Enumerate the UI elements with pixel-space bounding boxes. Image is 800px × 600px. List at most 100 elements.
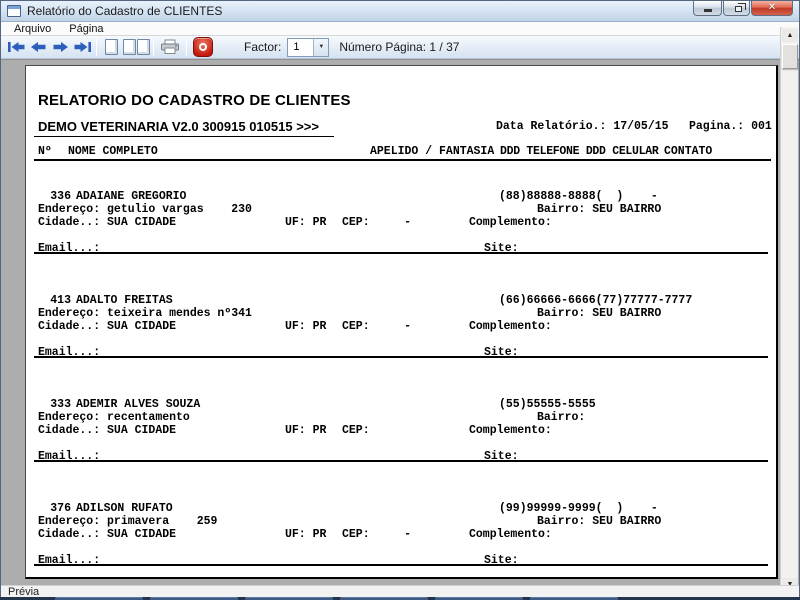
client-record: 376 ADILSON RUFATO (99)99999-9999( ) - E…: [26, 502, 776, 567]
cep-field: CEP: -: [342, 528, 411, 541]
vertical-scrollbar[interactable]: ▲ ▼: [780, 27, 798, 593]
records: 336 ADAIANE GREGORIO (88)88888-8888( ) -…: [26, 164, 776, 579]
client-phones: (55)55555-5555: [499, 398, 596, 411]
single-page-icon: [105, 39, 118, 55]
two-page-icon: [123, 39, 150, 55]
client-number: 333: [38, 398, 71, 411]
subtitle-rule: [34, 136, 334, 137]
bairro-field: Bairro:: [537, 411, 592, 424]
minimize-icon: [704, 9, 712, 12]
last-page-icon: [73, 40, 92, 54]
two-page-view-button[interactable]: [122, 37, 150, 57]
cep-field: CEP: -: [342, 320, 411, 333]
cep-field: CEP:: [342, 424, 377, 437]
uf-field: UF:PR: [285, 216, 326, 229]
record-separator: [34, 356, 768, 358]
screen: Relatório do Cadastro de CLIENTES ✕ Arqu…: [0, 0, 800, 600]
factor-select[interactable]: 1 ▼: [287, 38, 329, 57]
complemento-field: Complemento:: [469, 528, 559, 541]
cidade-field: Cidade..:SUA CIDADE: [38, 424, 176, 437]
print-button[interactable]: [157, 37, 183, 57]
client-number: 376: [38, 502, 71, 515]
report-page-number: Pagina.: 001: [689, 120, 772, 133]
bairro-field: Bairro:SEU BAIRRO: [537, 203, 661, 216]
report-title: RELATORIO DO CADASTRO DE CLIENTES: [38, 92, 351, 109]
toolbar: Factor: 1 ▼ Número Página: 1 / 37: [1, 36, 799, 59]
client-number: 413: [38, 294, 71, 307]
complemento-field: Complemento:: [469, 216, 559, 229]
column-header-row: Nº NOME COMPLETO APELIDO / FANTASIA DDD …: [26, 66, 776, 157]
complemento-field: Complemento:: [469, 320, 559, 333]
column-telefones: DDD TELEFONE DDD CELULAR: [500, 145, 658, 158]
column-nome: NOME COMPLETO: [68, 145, 158, 158]
first-page-button[interactable]: [5, 37, 27, 57]
stop-icon: [193, 37, 213, 57]
minimize-button[interactable]: [693, 1, 722, 16]
client-record: 336 ADAIANE GREGORIO (88)88888-8888( ) -…: [26, 190, 776, 255]
client-record: 413 ADALTO FREITAS (66)66666-6666(77)777…: [26, 294, 776, 359]
cidade-field: Cidade..:SUA CIDADE: [38, 320, 176, 333]
next-page-icon: [52, 40, 69, 54]
close-report-button[interactable]: [190, 37, 216, 57]
bairro-field: Bairro:SEU BAIRRO: [537, 307, 661, 320]
menu-pagina[interactable]: Página: [62, 23, 110, 35]
page-number-info: Número Página: 1 / 37: [339, 40, 459, 54]
restore-button[interactable]: [723, 1, 750, 16]
record-separator: [34, 564, 768, 566]
client-phones: (88)88888-8888( ) -: [499, 190, 658, 203]
client-phones: (99)99999-9999( ) -: [499, 502, 658, 515]
factor-value: 1: [288, 39, 313, 56]
address-field: Endereço:recentamento: [38, 411, 190, 424]
bairro-field: Bairro:SEU BAIRRO: [537, 515, 661, 528]
toolbar-separator: [153, 38, 154, 56]
cep-field: CEP: -: [342, 216, 411, 229]
printer-icon: [159, 39, 181, 55]
column-num: Nº: [38, 145, 52, 158]
preview-area: RELATORIO DO CADASTRO DE CLIENTES DEMO V…: [1, 59, 799, 585]
address-field: Endereço:getulio vargas 230: [38, 203, 252, 216]
scroll-up-icon[interactable]: ▲: [782, 29, 798, 42]
window-title: Relatório do Cadastro de CLIENTES: [27, 4, 222, 18]
complemento-field: Complemento:: [469, 424, 559, 437]
client-number: 336: [38, 190, 71, 203]
toolbar-separator: [186, 38, 187, 56]
menubar: Arquivo Página: [1, 22, 799, 36]
report-date: Data Relatório.: 17/05/15: [496, 120, 669, 133]
restore-icon: [735, 6, 742, 12]
single-page-view-button[interactable]: [100, 37, 122, 57]
uf-field: UF:PR: [285, 424, 326, 437]
chevron-down-icon[interactable]: ▼: [313, 39, 328, 56]
titlebar: Relatório do Cadastro de CLIENTES ✕: [1, 1, 799, 22]
menu-arquivo[interactable]: Arquivo: [7, 23, 58, 35]
client-phones: (66)66666-6666(77)77777-7777: [499, 294, 692, 307]
client-name: ADALTO FREITAS: [76, 294, 173, 307]
factor-label: Factor:: [244, 40, 281, 54]
client-name: ADEMIR ALVES SOUZA: [76, 398, 200, 411]
report-company-line: DEMO VETERINARIA V2.0 300915 010515 >>>: [38, 119, 319, 134]
address-field: Endereço:teixeira mendes nº341: [38, 307, 252, 320]
client-record: 333 ADEMIR ALVES SOUZA (55)55555-5555 En…: [26, 398, 776, 463]
uf-field: UF:PR: [285, 528, 326, 541]
next-page-button[interactable]: [49, 37, 71, 57]
app-icon: [7, 5, 21, 17]
cidade-field: Cidade..:SUA CIDADE: [38, 216, 176, 229]
previous-page-icon: [30, 40, 47, 54]
scrollbar-thumb[interactable]: [782, 44, 798, 69]
client-name: ADAIANE GREGORIO: [76, 190, 186, 203]
record-separator: [34, 460, 768, 462]
column-apelido: APELIDO / FANTASIA: [370, 145, 494, 158]
header-rule: [34, 159, 771, 161]
close-icon: ✕: [768, 3, 776, 13]
record-separator: [34, 252, 768, 254]
toolbar-separator: [96, 38, 97, 56]
first-page-icon: [7, 40, 26, 54]
report-page: RELATORIO DO CADASTRO DE CLIENTES DEMO V…: [25, 65, 778, 579]
cidade-field: Cidade..:SUA CIDADE: [38, 528, 176, 541]
window-controls: ✕: [693, 1, 793, 16]
report-preview-window: Relatório do Cadastro de CLIENTES ✕ Arqu…: [0, 0, 800, 597]
previous-page-button[interactable]: [27, 37, 49, 57]
address-field: Endereço:primavera 259: [38, 515, 217, 528]
close-button[interactable]: ✕: [751, 1, 793, 16]
last-page-button[interactable]: [71, 37, 93, 57]
column-contato: CONTATO: [664, 145, 712, 158]
